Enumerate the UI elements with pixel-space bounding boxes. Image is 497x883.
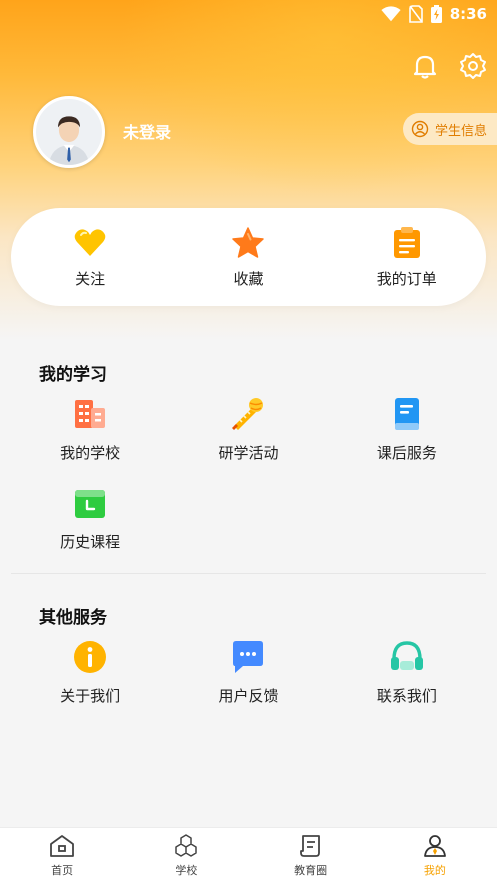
bell-icon[interactable] xyxy=(411,52,439,80)
star-icon xyxy=(231,226,265,260)
avatar[interactable] xyxy=(33,96,105,168)
history-course-icon xyxy=(72,485,108,521)
grid-item-label: 联系我们 xyxy=(376,687,437,705)
quick-action-label: 关注 xyxy=(75,269,106,288)
bottom-tab-bar: 首页 学校 教育圈 我的 xyxy=(0,827,497,883)
student-info-button[interactable]: 学生信息 xyxy=(403,113,497,145)
quick-action-label: 我的订单 xyxy=(376,269,437,288)
after-school-item[interactable]: 课后服务 xyxy=(328,396,486,463)
grid-item-label: 课后服务 xyxy=(376,444,437,462)
gear-icon[interactable] xyxy=(459,52,487,80)
info-icon xyxy=(72,639,108,675)
scroll-icon xyxy=(298,833,324,859)
wifi-icon xyxy=(381,6,401,22)
section-divider xyxy=(11,573,486,574)
school-building-icon xyxy=(72,396,108,432)
tab-home[interactable]: 首页 xyxy=(12,833,112,878)
cubes-icon xyxy=(173,833,199,859)
person-icon xyxy=(422,833,448,859)
user-feedback-item[interactable]: 用户反馈 xyxy=(169,639,327,706)
student-info-label: 学生信息 xyxy=(435,123,488,139)
quick-action-orders[interactable]: 我的订单 xyxy=(347,226,467,289)
login-status[interactable]: 未登录 xyxy=(123,119,171,143)
my-school-item[interactable]: 我的学校 xyxy=(11,396,169,463)
quick-action-label: 收藏 xyxy=(233,269,264,288)
history-course-item[interactable]: 历史课程 xyxy=(11,485,169,552)
tab-label: 教育圈 xyxy=(294,864,328,877)
status-time: 8:36 xyxy=(449,5,487,23)
tab-label: 首页 xyxy=(51,864,74,877)
tab-label: 我的 xyxy=(423,864,446,877)
book-icon xyxy=(389,396,425,432)
user-circle-icon xyxy=(411,120,429,138)
about-us-item[interactable]: 关于我们 xyxy=(11,639,169,706)
headset-icon xyxy=(389,639,425,675)
tab-mine[interactable]: 我的 xyxy=(385,833,485,878)
no-sim-icon xyxy=(408,5,423,23)
grid-item-label: 关于我们 xyxy=(60,687,121,705)
heart-icon xyxy=(73,226,107,260)
quick-action-favorites[interactable]: 收藏 xyxy=(188,226,308,289)
clipboard-icon xyxy=(390,226,424,260)
status-bar: 8:36 xyxy=(0,0,497,28)
tab-education-circle[interactable]: 教育圈 xyxy=(261,833,361,878)
grid-item-label: 用户反馈 xyxy=(218,687,279,705)
bat-ball-icon xyxy=(230,396,266,432)
contact-us-item[interactable]: 联系我们 xyxy=(328,639,486,706)
my-study-title: 我的学习 xyxy=(39,365,107,385)
chat-bubble-icon xyxy=(230,639,266,675)
my-study-grid: 我的学校 研学活动 课后服务 历史课程 xyxy=(11,396,486,552)
tab-school[interactable]: 学校 xyxy=(136,833,236,878)
battery-charging-icon xyxy=(430,5,442,23)
quick-action-follow[interactable]: 关注 xyxy=(30,226,150,289)
tab-label: 学校 xyxy=(175,864,198,877)
quick-actions-card: 关注 收藏 我的订单 xyxy=(11,208,486,306)
header-actions xyxy=(411,52,487,80)
home-icon xyxy=(49,833,75,859)
other-services-grid: 关于我们 用户反馈 联系我们 xyxy=(11,639,486,706)
grid-item-label: 我的学校 xyxy=(60,444,121,462)
study-activity-item[interactable]: 研学活动 xyxy=(169,396,327,463)
other-services-title: 其他服务 xyxy=(39,608,107,628)
grid-item-label: 历史课程 xyxy=(60,533,121,551)
grid-item-label: 研学活动 xyxy=(218,444,279,462)
